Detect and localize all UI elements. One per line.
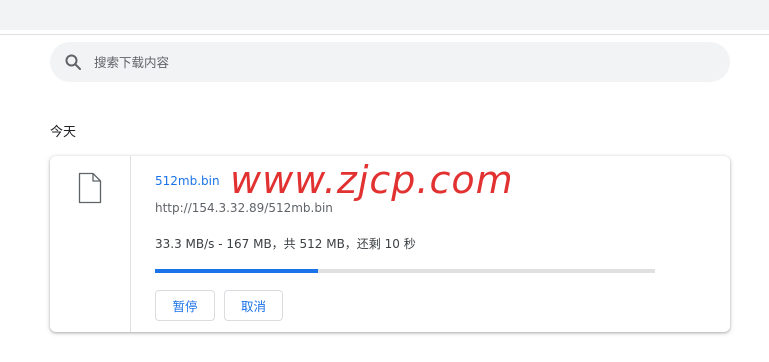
- toolbar: [0, 0, 769, 30]
- pause-button[interactable]: 暂停: [155, 290, 215, 321]
- download-item: 512mb.bin http://154.3.32.89/512mb.bin 3…: [50, 156, 730, 332]
- downloads-page: 今天 512mb.bin http://154.3.32.89/512mb.bi…: [0, 0, 769, 362]
- search-icon: [64, 53, 82, 71]
- card-divider: [130, 156, 131, 332]
- progress-fill: [155, 269, 318, 273]
- toolbar-divider: [0, 34, 769, 35]
- search-input[interactable]: [94, 42, 694, 82]
- file-url: http://154.3.32.89/512mb.bin: [155, 201, 333, 215]
- file-icon: [78, 172, 102, 204]
- cancel-button[interactable]: 取消: [224, 290, 283, 321]
- date-group-label: 今天: [50, 125, 77, 140]
- progress-bar: [155, 269, 655, 273]
- file-name-link[interactable]: 512mb.bin: [155, 174, 220, 188]
- download-status: 33.3 MB/s - 167 MB，共 512 MB，还剩 10 秒: [155, 237, 416, 251]
- search-box[interactable]: [50, 42, 730, 82]
